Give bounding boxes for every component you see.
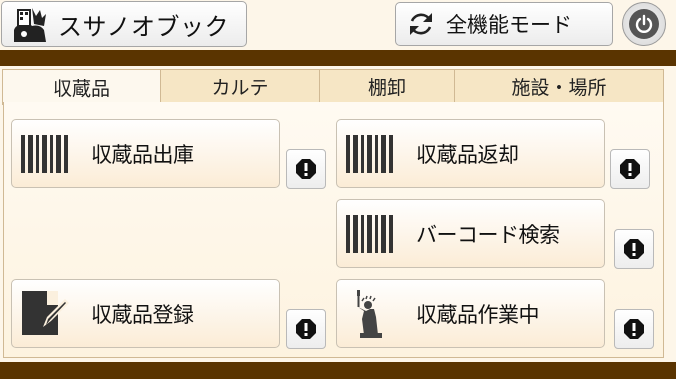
statue-of-liberty-icon — [357, 289, 382, 338]
tab-inventory-label: 棚卸 — [367, 76, 406, 99]
barcode-icon — [21, 134, 68, 173]
tab-collection-label: 収蔵品 — [52, 78, 110, 100]
barcode-search-label: バーコード検索 — [416, 222, 560, 247]
tab-facility-location-label: 施設・場所 — [511, 76, 607, 99]
register-info-button[interactable] — [286, 309, 326, 349]
app-title-label: スサノオブック — [58, 12, 230, 41]
alert-octagon-icon — [624, 319, 644, 339]
collection-return-label: 収蔵品返却 — [416, 142, 519, 167]
barcode-search-button[interactable]: バーコード検索 — [336, 199, 605, 268]
collection-checkout-label: 収蔵品出庫 — [91, 142, 194, 167]
edit-icon — [22, 290, 69, 335]
barcode-icon — [346, 134, 393, 173]
tab-facility-location[interactable]: 施設・場所 — [454, 69, 664, 103]
return-info-button[interactable] — [610, 149, 650, 189]
footer-divider — [0, 362, 676, 379]
collection-checkout-button[interactable]: 収蔵品出庫 — [11, 119, 280, 188]
refresh-icon — [410, 13, 432, 35]
collection-register-button[interactable]: 収蔵品登録 — [11, 279, 280, 348]
barcode-search-info-button[interactable] — [614, 229, 654, 269]
alert-octagon-icon — [296, 159, 316, 179]
alert-octagon-icon — [296, 319, 316, 339]
tab-inventory[interactable]: 棚卸 — [319, 69, 455, 103]
barcode-icon — [346, 214, 393, 253]
tab-karte-label: カルテ — [211, 76, 269, 99]
app-logo-icon — [14, 8, 46, 42]
in-progress-info-button[interactable] — [614, 309, 654, 349]
tab-collection[interactable]: 収蔵品 — [2, 69, 161, 105]
app-title-button[interactable]: スサノオブック — [1, 1, 247, 47]
collection-return-button[interactable]: 収蔵品返却 — [336, 119, 605, 188]
collection-in-progress-label: 収蔵品作業中 — [416, 302, 540, 327]
alert-octagon-icon — [624, 239, 644, 259]
checkout-info-button[interactable] — [286, 149, 326, 189]
collection-register-label: 収蔵品登録 — [91, 302, 194, 327]
power-icon — [629, 9, 659, 39]
tab-karte[interactable]: カルテ — [160, 69, 320, 103]
full-mode-button[interactable]: 全機能モード — [395, 2, 613, 46]
collection-in-progress-button[interactable]: 収蔵品作業中 — [336, 279, 605, 348]
alert-octagon-icon — [620, 159, 640, 179]
power-button[interactable] — [622, 2, 666, 46]
header-divider — [0, 50, 676, 66]
full-mode-label: 全機能モード — [446, 13, 572, 37]
